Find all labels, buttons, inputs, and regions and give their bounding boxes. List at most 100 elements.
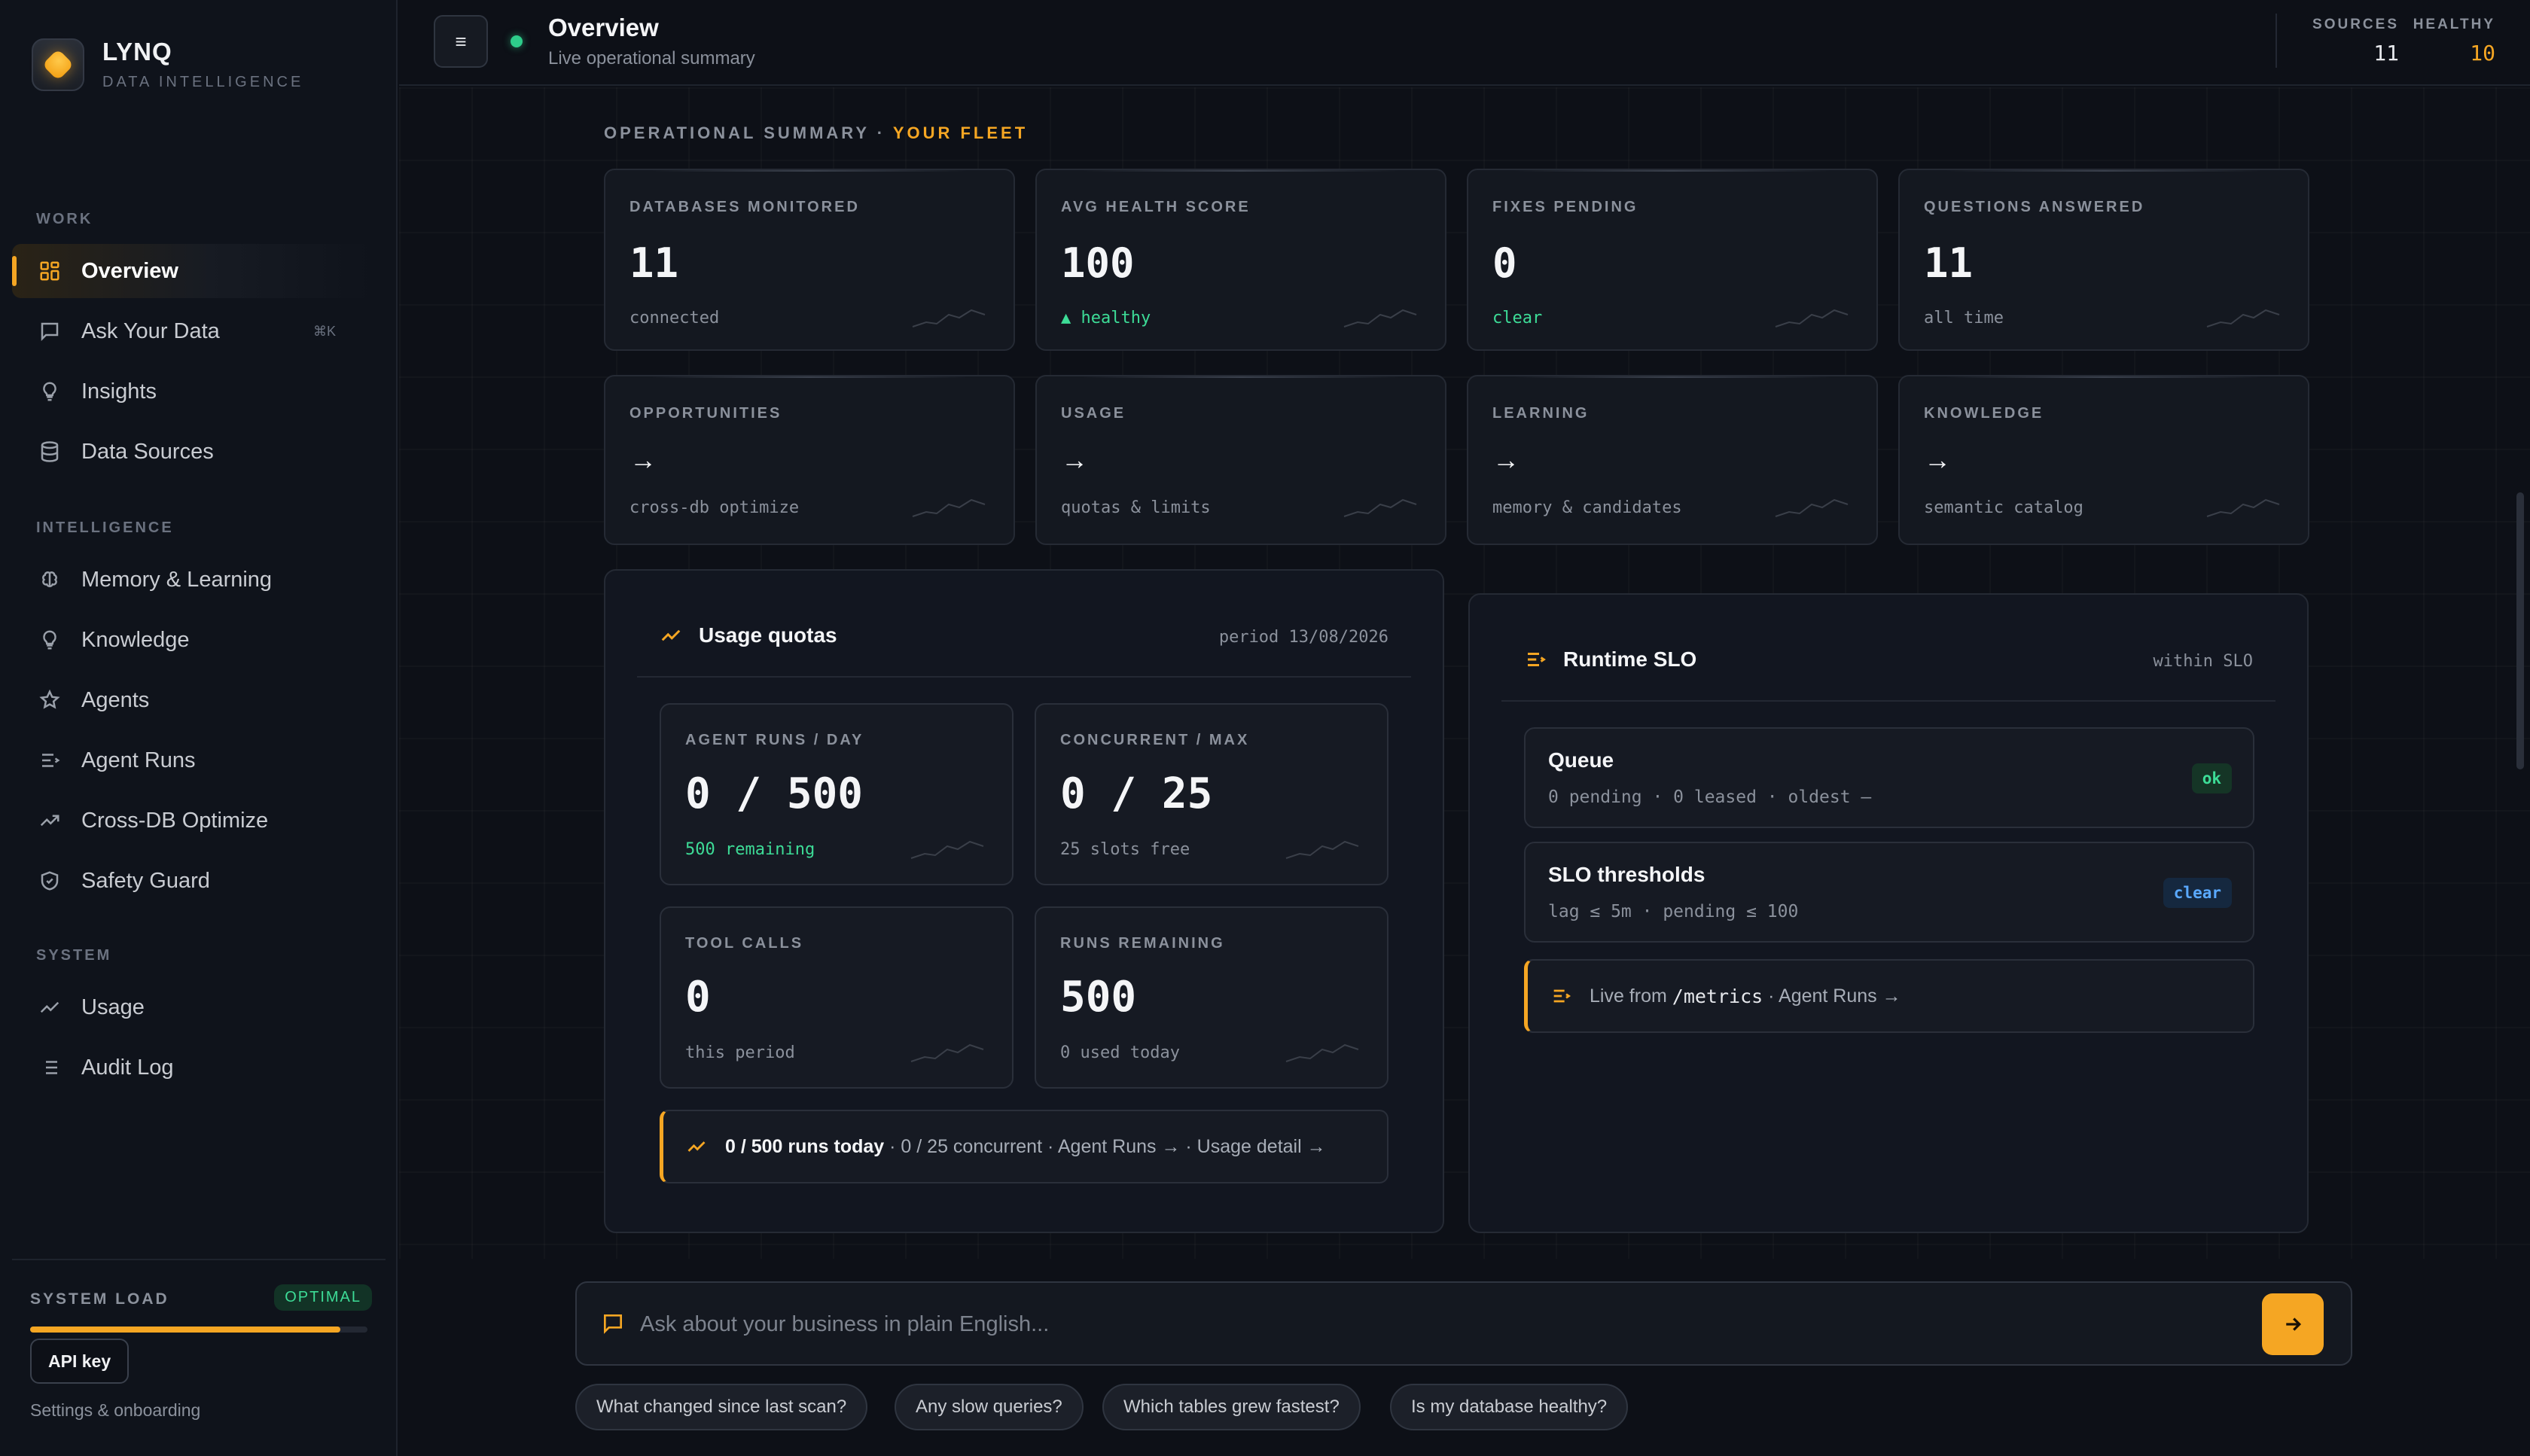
slo-live-bar[interactable]: Live from /metrics · Agent Runs →: [1524, 959, 2254, 1033]
runtime-slo-panel: Runtime SLO within SLO Queue 0 pending ·…: [1468, 593, 2309, 1233]
slo-item-title: SLO thresholds: [1548, 863, 1705, 886]
sidebar-item-knowledge[interactable]: Knowledge: [12, 613, 372, 667]
sidebar-item-label: Usage: [81, 995, 145, 1019]
sidebar-item-agent-runs[interactable]: Agent Runs: [12, 733, 372, 787]
link-label: USAGE: [1061, 405, 1126, 422]
usage-summary-links[interactable]: · 0 / 25 concurrent · Agent Runs → · Usa…: [884, 1136, 1325, 1158]
sidebar-item-label: Cross-DB Optimize: [81, 808, 269, 833]
kpi-card-questions[interactable]: QUESTIONS ANSWERED 11 all time: [1898, 169, 2309, 351]
sparkline-icon: [1775, 309, 1849, 327]
quota-card-concurrent: CONCURRENT / MAX 0 / 25 25 slots free: [1035, 703, 1388, 885]
api-key-button[interactable]: API key: [30, 1339, 130, 1384]
quota-value: 0 / 25: [1060, 769, 1213, 818]
quota-label: AGENT RUNS / DAY: [685, 732, 864, 748]
sidebar-item-overview[interactable]: Overview: [12, 244, 372, 298]
link-card-learning[interactable]: LEARNING → memory & candidates: [1467, 375, 1878, 545]
grid-icon: [36, 257, 63, 285]
quota-value: 0: [685, 973, 711, 1022]
quota-sub: 0 used today: [1060, 1043, 1180, 1062]
scrollbar[interactable]: [2516, 492, 2524, 769]
quota-card-agent-runs: AGENT RUNS / DAY 0 / 500 500 remaining: [660, 703, 1014, 885]
panel-title-text: Runtime SLO: [1563, 647, 1697, 671]
section-label-accent: YOUR FLEET: [892, 123, 1029, 142]
link-card-usage[interactable]: USAGE → quotas & limits: [1035, 375, 1446, 545]
slo-status: within SLO: [2153, 652, 2253, 671]
trend-icon: [660, 624, 685, 647]
sidebar-item-memory-learning[interactable]: Memory & Learning: [12, 553, 372, 607]
usage-quotas-panel: Usage quotas period 13/08/2026 AGENT RUN…: [604, 569, 1444, 1233]
sparkline-icon: [1343, 309, 1417, 327]
sidebar-item-agents[interactable]: Agents: [12, 673, 372, 727]
sidebar-item-usage[interactable]: Usage: [12, 980, 372, 1034]
settings-link[interactable]: Settings & onboarding: [30, 1400, 200, 1421]
suggestion-chip[interactable]: Which tables grew fastest?: [1102, 1384, 1361, 1430]
live-prefix: Live from: [1590, 985, 1672, 1007]
kpi-card-fixes[interactable]: FIXES PENDING 0 clear: [1467, 169, 1878, 351]
slo-item-queue: Queue 0 pending · 0 leased · oldest — ok: [1524, 727, 2254, 828]
sidebar-item-ask-your-data[interactable]: Ask Your Data ⌘K: [12, 304, 372, 358]
quota-label: RUNS REMAINING: [1060, 935, 1225, 952]
kpi-sub: all time: [1924, 309, 2004, 327]
slo-item-sub: 0 pending · 0 leased · oldest —: [1548, 787, 1872, 807]
status-badge: OPTIMAL: [274, 1284, 372, 1311]
link-label: KNOWLEDGE: [1924, 405, 2044, 422]
sidebar-item-insights[interactable]: Insights: [12, 364, 372, 419]
link-sub: memory & candidates: [1492, 498, 1682, 517]
link-card-knowledge[interactable]: KNOWLEDGE → semantic catalog: [1898, 375, 2309, 545]
panel-title: Runtime SLO: [1524, 647, 1696, 672]
metrics-path: /metrics: [1672, 985, 1763, 1007]
logo-icon: [32, 38, 84, 91]
suggestion-chip[interactable]: Is my database healthy?: [1390, 1384, 1629, 1430]
sidebar-item-label: Knowledge: [81, 627, 190, 652]
nav-section-work: WORK: [36, 211, 93, 227]
trend-icon: [686, 1136, 707, 1157]
send-button[interactable]: [2262, 1293, 2324, 1355]
chat-icon: [601, 1311, 625, 1339]
stat-label: SOURCES: [2312, 17, 2399, 32]
sidebar-item-safety-guard[interactable]: Safety Guard: [12, 854, 372, 908]
link-card-opportunities[interactable]: OPPORTUNITIES → cross-db optimize: [604, 375, 1015, 545]
sidebar: LYNQ DATA INTELLIGENCE WORK Overview Ask…: [0, 0, 398, 1456]
list-icon: [36, 1054, 63, 1081]
quota-sub: this period: [685, 1043, 795, 1062]
system-load-panel: SYSTEM LOAD OPTIMAL API key Settings & o…: [12, 1259, 386, 1456]
kpi-value: 0: [1492, 239, 1517, 287]
link-label: OPPORTUNITIES: [629, 405, 782, 422]
sidebar-item-label: Audit Log: [81, 1055, 174, 1080]
database-icon: [36, 438, 63, 465]
suggestion-chip[interactable]: Any slow queries?: [895, 1384, 1084, 1430]
kpi-card-databases[interactable]: DATABASES MONITORED 11 connected: [604, 169, 1015, 351]
sidebar-item-label: Ask Your Data: [81, 318, 220, 343]
panel-title: Usage quotas: [660, 623, 837, 647]
sidebar-item-label: Safety Guard: [81, 868, 210, 893]
stat-healthy: HEALTHY 10: [2413, 17, 2495, 65]
sidebar-item-cross-db-optimize[interactable]: Cross-DB Optimize: [12, 793, 372, 848]
sparkline-icon: [910, 1043, 984, 1062]
quota-sub: 25 slots free: [1060, 840, 1190, 859]
list-run-icon: [1524, 648, 1550, 671]
suggestion-chip[interactable]: What changed since last scan?: [575, 1384, 868, 1430]
ask-input[interactable]: [640, 1302, 2251, 1346]
link-label: LEARNING: [1492, 405, 1590, 422]
agent-runs-link[interactable]: · Agent Runs →: [1763, 985, 1901, 1007]
arrow-right-icon: [2286, 1317, 2302, 1331]
list-run-icon: [36, 747, 63, 774]
sidebar-item-audit-log[interactable]: Audit Log: [12, 1040, 372, 1095]
system-load-fill: [30, 1327, 341, 1333]
brand[interactable]: LYNQ DATA INTELLIGENCE: [32, 38, 303, 91]
section-label: OPERATIONAL SUMMARY · YOUR FLEET: [604, 123, 1028, 143]
link-sub: semantic catalog: [1924, 498, 2083, 517]
kpi-sub: clear: [1492, 309, 1543, 327]
sidebar-item-data-sources[interactable]: Data Sources: [12, 425, 372, 479]
brain-icon: [36, 566, 63, 593]
kpi-card-health[interactable]: AVG HEALTH SCORE 100 ▲ healthy: [1035, 169, 1446, 351]
usage-summary-bar[interactable]: 0 / 500 runs today · 0 / 25 concurrent ·…: [660, 1110, 1388, 1183]
arrow-icon: →: [1061, 444, 1088, 475]
status-badge: clear: [2163, 878, 2232, 908]
lightbulb-icon: [36, 626, 63, 653]
sidebar-item-label: Overview: [81, 258, 178, 283]
stat-sources: SOURCES 11: [2312, 17, 2399, 65]
trend-icon: [36, 994, 63, 1021]
menu-button[interactable]: ≡: [434, 15, 488, 68]
status-badge: ok: [2191, 763, 2232, 793]
